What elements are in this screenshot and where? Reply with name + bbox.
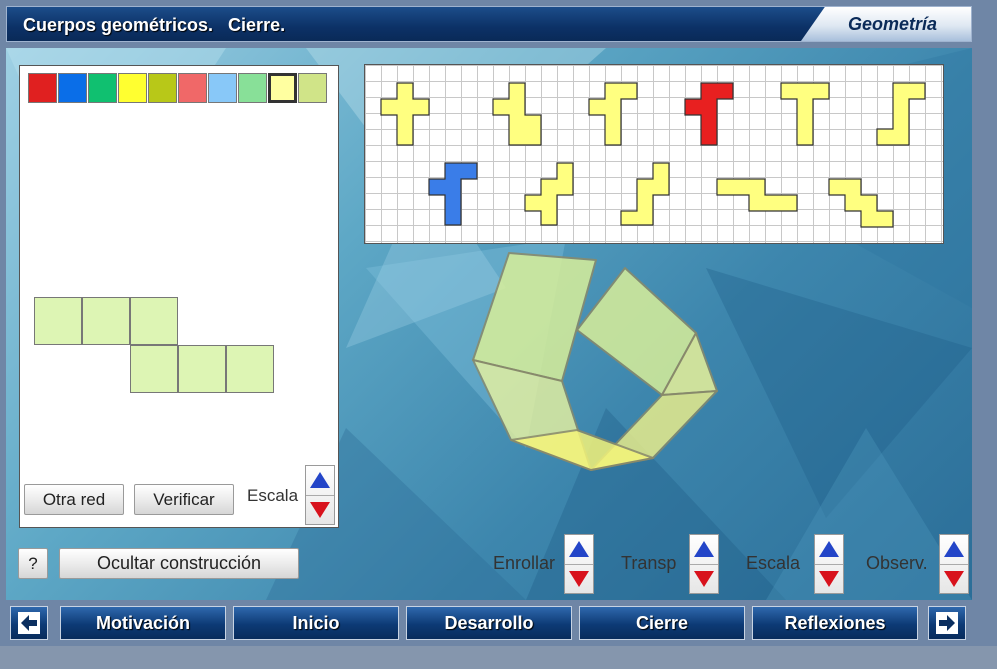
arrow-down-icon: [944, 571, 964, 587]
model-scale-down-button[interactable]: [815, 565, 843, 594]
model-face: [472, 252, 597, 382]
arrow-down-icon: [819, 571, 839, 587]
net-face[interactable]: [178, 345, 226, 393]
app-frame: Cuerpos geométricos. Cierre. Geometría O…: [0, 0, 997, 669]
net-scale-spinner: [305, 465, 335, 525]
net-scale-up-button[interactable]: [306, 466, 334, 496]
arrow-up-icon: [944, 541, 964, 557]
other-net-button[interactable]: Otra red: [24, 484, 124, 515]
net-option: [620, 162, 670, 226]
bottom-strip: [0, 646, 997, 669]
net-scale-label: Escala: [247, 486, 299, 505]
net-face[interactable]: [34, 297, 82, 345]
arrow-up-icon: [819, 541, 839, 557]
transparency-down-button[interactable]: [690, 565, 718, 594]
hide-construction-button[interactable]: Ocultar construcción: [59, 548, 299, 579]
nav-motivacion[interactable]: Motivación: [60, 606, 226, 640]
color-swatch-pale-olive[interactable]: [298, 73, 327, 103]
prev-page-button[interactable]: [10, 606, 48, 640]
roll-spinner: [564, 534, 594, 594]
net-option: [524, 162, 574, 226]
observe-up-button[interactable]: [940, 535, 968, 565]
observe-label: Observ.: [866, 553, 928, 573]
net-option: [876, 82, 926, 146]
subject-tab: Geometría: [801, 7, 971, 41]
color-swatch-blue[interactable]: [58, 73, 87, 103]
nav-reflexiones[interactable]: Reflexiones: [752, 606, 918, 640]
model-scale-spinner: [814, 534, 844, 594]
title-bar: Cuerpos geométricos. Cierre. Geometría: [6, 6, 972, 42]
net-face[interactable]: [226, 345, 274, 393]
color-swatch-salmon[interactable]: [178, 73, 207, 103]
net-option: [780, 82, 830, 146]
color-swatch-pale-yellow[interactable]: [268, 73, 297, 103]
color-swatch-red[interactable]: [28, 73, 57, 103]
net-option: [380, 82, 430, 146]
net-option: [828, 178, 894, 228]
roll-up-button[interactable]: [565, 535, 593, 565]
net-scale-down-button[interactable]: [306, 496, 334, 525]
nav-inicio[interactable]: Inicio: [233, 606, 399, 640]
transparency-spinner: [689, 534, 719, 594]
color-swatch-green[interactable]: [88, 73, 117, 103]
roll-label: Enrollar: [493, 553, 556, 573]
nets-gallery-drawing: [380, 82, 926, 228]
observe-spinner: [939, 534, 969, 594]
verify-button[interactable]: Verificar: [134, 484, 234, 515]
help-button[interactable]: ?: [18, 548, 48, 579]
transparency-label: Transp: [621, 553, 677, 573]
nav-desarrollo[interactable]: Desarrollo: [406, 606, 572, 640]
folded-model-3d[interactable]: [461, 248, 741, 488]
subject-label: Geometría: [847, 14, 937, 34]
model-scale-up-button[interactable]: [815, 535, 843, 565]
nets-gallery: [364, 64, 944, 244]
net-option: [588, 82, 638, 146]
work-area: Otra red Verificar Escala ? Ocultar cons…: [6, 48, 972, 600]
navigation-bar: Motivación Inicio Desarrollo Cierre Refl…: [6, 603, 972, 643]
model-scale-label: Escala: [746, 553, 801, 573]
arrow-up-icon: [310, 472, 330, 488]
color-swatch-olive[interactable]: [148, 73, 177, 103]
arrow-down-icon: [694, 571, 714, 587]
net-face[interactable]: [130, 345, 178, 393]
net-option: [716, 178, 798, 212]
net-option-selected: [684, 82, 734, 146]
arrow-up-icon: [569, 541, 589, 557]
transparency-up-button[interactable]: [690, 535, 718, 565]
net-face[interactable]: [130, 297, 178, 345]
next-page-button[interactable]: [928, 606, 966, 640]
arrow-down-icon: [310, 502, 330, 518]
net-option: [492, 82, 542, 146]
net-option-highlight: [428, 162, 478, 226]
arrow-left-icon: [18, 612, 40, 634]
net-face[interactable]: [82, 297, 130, 345]
page-title: Cuerpos geométricos. Cierre.: [23, 15, 286, 35]
color-swatch-light-green[interactable]: [238, 73, 267, 103]
color-swatch-light-blue[interactable]: [208, 73, 237, 103]
roll-down-button[interactable]: [565, 565, 593, 594]
observe-down-button[interactable]: [940, 565, 968, 594]
net-panel: Otra red Verificar Escala: [19, 65, 339, 528]
color-swatch-yellow[interactable]: [118, 73, 147, 103]
arrow-up-icon: [694, 541, 714, 557]
arrow-down-icon: [569, 571, 589, 587]
nav-cierre[interactable]: Cierre: [579, 606, 745, 640]
arrow-right-icon: [936, 612, 958, 634]
